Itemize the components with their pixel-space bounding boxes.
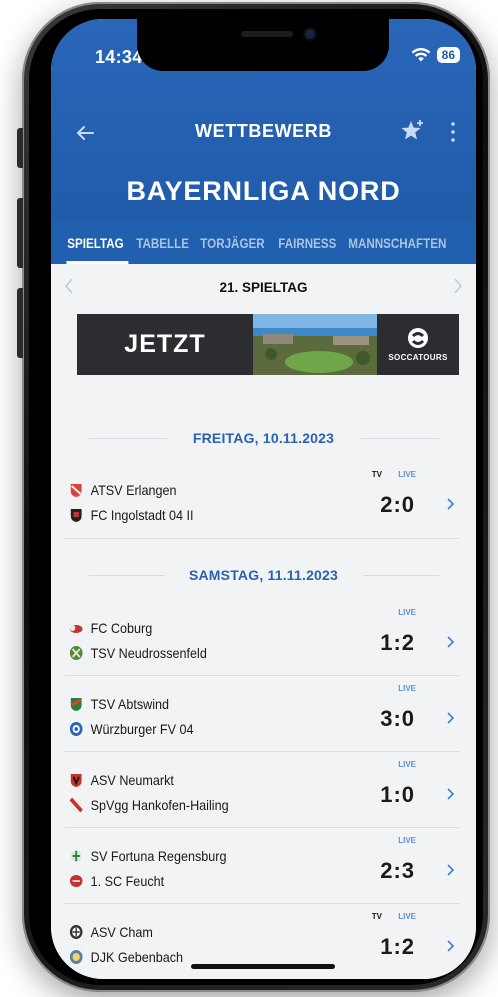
battery-indicator: 86	[436, 47, 460, 63]
home-team-name: SV Fortuna Regensburg	[90, 848, 227, 864]
live-badge: LIVE	[398, 684, 416, 693]
club-crest-icon	[70, 774, 82, 787]
tab-mannschaften[interactable]: MANNSCHAFTEN	[344, 222, 452, 264]
tab-torjaeger[interactable]: TORJÄGER	[196, 222, 271, 264]
match-score: 1:0	[380, 782, 415, 807]
match-row[interactable]: LIVE ASV Neumarkt SpVgg Hankofen-Hailing…	[65, 750, 459, 826]
match-score: 1:2	[380, 630, 415, 655]
chevron-right-icon[interactable]	[445, 496, 455, 512]
club-crest-icon	[69, 625, 83, 633]
home-team: SV Fortuna Regensburg	[69, 848, 226, 864]
away-team-name: 1. SC Feucht	[90, 873, 165, 889]
ad-banner-logo-text: SOCCATOURS	[388, 353, 448, 362]
tv-badge: TV	[371, 470, 382, 479]
chevron-right-icon[interactable]	[445, 938, 455, 954]
divider	[65, 538, 459, 539]
tab-fairness[interactable]: FAIRNESS	[274, 222, 342, 264]
club-crest-icon	[69, 797, 83, 813]
ad-banner[interactable]: JETZT SOCCATOURS	[77, 314, 459, 375]
chevron-right-icon[interactable]	[445, 634, 455, 650]
matchday-label: 21. SPIELTAG	[219, 280, 308, 295]
home-team-name: ASV Cham	[90, 924, 153, 940]
soccer-ball-icon	[408, 328, 428, 348]
tab-spieltag[interactable]: SPIELTAG	[63, 222, 130, 264]
away-team: 1. SC Feucht	[69, 873, 164, 889]
away-team: Würzburger FV 04	[69, 721, 194, 737]
volume-up-button	[17, 198, 23, 268]
matchday-selector: 21. SPIELTAG	[51, 264, 476, 314]
home-team-name: ATSV Erlangen	[90, 482, 177, 498]
matchday-content: 21. SPIELTAG JETZT SOCCATOURS FREITAG, 1…	[51, 264, 476, 979]
chevron-right-icon[interactable]	[445, 862, 455, 878]
club-crest-icon	[69, 646, 83, 660]
home-team: ASV Neumarkt	[69, 772, 174, 788]
live-badge: LIVE	[398, 912, 416, 921]
notch	[137, 19, 389, 71]
mute-switch	[17, 128, 23, 168]
home-team-name: FC Coburg	[90, 620, 153, 636]
match-score: 3:0	[380, 706, 415, 731]
ad-banner-text: JETZT	[124, 330, 206, 358]
more-options-icon[interactable]	[448, 119, 458, 145]
match-row[interactable]: LIVE SV Fortuna Regensburg 1. SC Feucht …	[65, 826, 459, 902]
match-score: 1:2	[380, 934, 415, 959]
wifi-icon	[411, 48, 431, 62]
status-time: 14:34	[95, 47, 143, 67]
home-team: ASV Cham	[69, 924, 153, 940]
home-indicator	[191, 964, 335, 969]
home-team-name: ASV Neumarkt	[90, 772, 174, 788]
home-team-name: TSV Abtswind	[90, 696, 170, 712]
club-crest-icon	[70, 698, 82, 711]
chevron-right-icon[interactable]	[445, 786, 455, 802]
away-team-name: Würzburger FV 04	[90, 721, 194, 737]
club-crest-icon	[69, 875, 83, 887]
home-team: TSV Abtswind	[69, 696, 169, 712]
app-screen: 14:34 86 WETTBEWERB BAYERNLIGA NORD SPIE…	[51, 19, 476, 979]
match-row[interactable]: LIVE FC Coburg TSV Neudrossenfeld 1:2	[65, 598, 459, 674]
away-team: TSV Neudrossenfeld	[69, 645, 207, 661]
club-crest-icon	[69, 950, 83, 964]
tab-bar: SPIELTAG TABELLE TORJÄGER FAIRNESS MANNS…	[51, 222, 476, 264]
home-team: FC Coburg	[69, 620, 152, 636]
live-badge: LIVE	[398, 470, 416, 479]
away-team: DJK Gebenbach	[69, 949, 183, 965]
camera	[305, 29, 315, 39]
ad-banner-logo: SOCCATOURS	[377, 314, 459, 375]
match-row[interactable]: LIVE TSV Abtswind Würzburger FV 04 3:0	[65, 674, 459, 750]
club-crest-icon	[70, 850, 82, 862]
league-title: BAYERNLIGA NORD	[126, 176, 401, 206]
club-crest-icon	[70, 484, 82, 497]
ad-banner-photo	[253, 314, 377, 375]
club-crest-icon	[69, 722, 83, 736]
match-row[interactable]: TV LIVE ATSV Erlangen FC Ingolstadt 04 I…	[65, 460, 459, 536]
tv-badge: TV	[371, 912, 382, 921]
away-team: FC Ingolstadt 04 II	[69, 507, 194, 523]
top-bar: WETTBEWERB	[51, 115, 476, 155]
away-team-name: DJK Gebenbach	[90, 949, 184, 965]
chevron-right-icon[interactable]	[445, 710, 455, 726]
match-score: 2:0	[380, 492, 415, 517]
divider	[363, 575, 439, 576]
away-team-name: TSV Neudrossenfeld	[90, 645, 207, 661]
volume-down-button	[17, 288, 23, 358]
home-team: ATSV Erlangen	[69, 482, 177, 498]
speaker	[241, 31, 293, 37]
favorite-star-icon[interactable]	[398, 117, 426, 145]
divider	[361, 438, 439, 439]
status-icons: 86	[411, 47, 460, 63]
tab-tabelle[interactable]: TABELLE	[132, 222, 195, 264]
live-badge: LIVE	[398, 608, 416, 617]
club-crest-icon	[70, 509, 82, 522]
away-team-name: SpVgg Hankofen-Hailing	[90, 797, 229, 813]
match-score: 2:3	[380, 858, 415, 883]
live-badge: LIVE	[398, 836, 416, 845]
club-crest-icon	[69, 925, 83, 939]
away-team: SpVgg Hankofen-Hailing	[69, 797, 229, 813]
chevron-right-icon[interactable]	[452, 276, 464, 296]
live-badge: LIVE	[398, 760, 416, 769]
away-team-name: FC Ingolstadt 04 II	[90, 507, 194, 523]
